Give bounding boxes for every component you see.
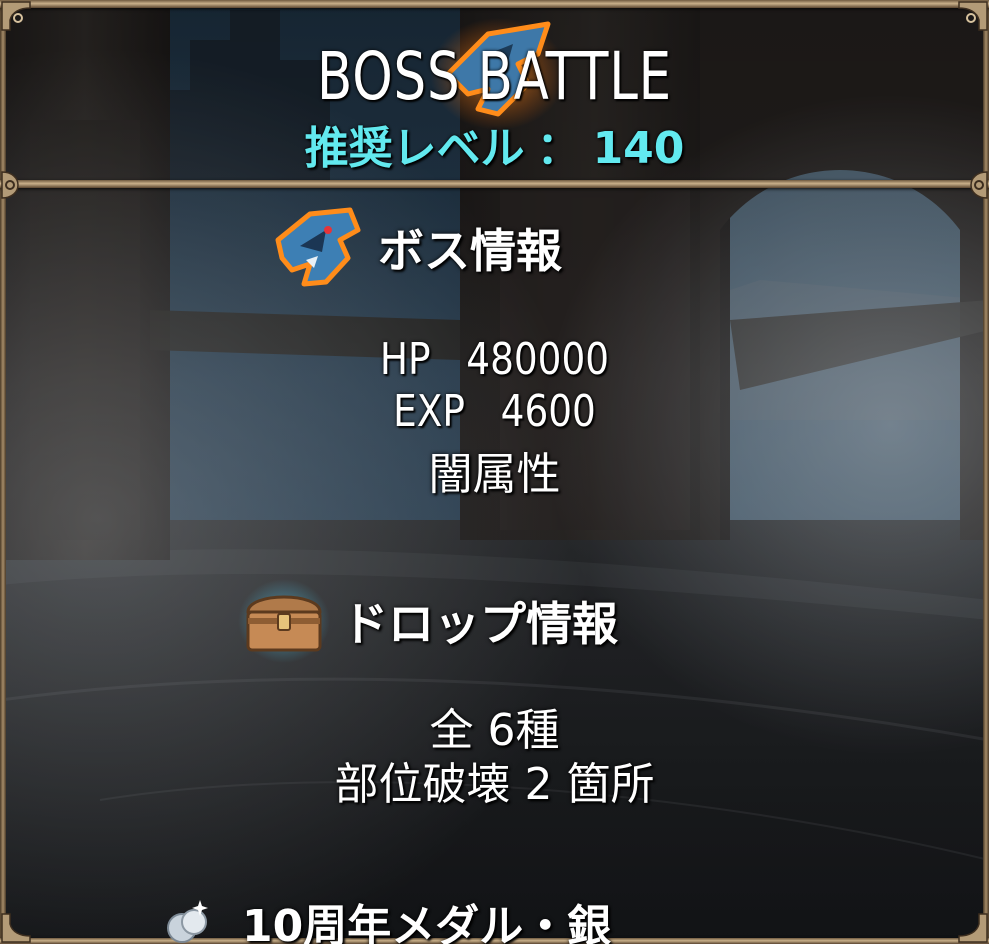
drop-info-heading: ドロップ情報: [238, 578, 618, 664]
boss-battle-title: BOSS BATTLE: [317, 38, 672, 115]
corner-ornament-icon: [1, 1, 31, 31]
silver-medal-icon: [167, 900, 208, 943]
corner-ornament-icon: [958, 913, 988, 943]
recommended-level-separator: ：: [536, 123, 581, 174]
exp-value: 4600: [500, 386, 596, 437]
drop-info-label: ドロップ情報: [342, 597, 618, 651]
exp-label: EXP: [393, 386, 465, 437]
recommended-level: 推奨レベル： 140: [0, 112, 989, 176]
hp-value: 480000: [466, 334, 610, 385]
boss-hp: HP 480000: [74, 334, 915, 385]
corner-ornament-icon: [1, 913, 31, 943]
recommended-level-label: 推奨レベル: [304, 123, 525, 174]
frame-divider: [0, 180, 989, 188]
boss-exp: EXP 4600: [74, 386, 915, 437]
frame-top: [0, 0, 989, 8]
recommended-level-value: 140: [592, 123, 685, 174]
dark-beast-icon: [275, 207, 361, 287]
treasure-chest-icon: [238, 579, 330, 663]
boss-attribute: 闇属性: [428, 449, 561, 500]
boss-info-heading: ボス情報: [270, 200, 562, 296]
boss-info-label: ボス情報: [378, 224, 562, 278]
part-break-count: 部位破壊 2 箇所: [334, 759, 655, 810]
drop-item-name: 10周年メダル・銀: [242, 901, 612, 944]
boss-battle-info-panel: BOSS BATTLE 推奨レベル： 140 ボス情報 HP 480000 EXP…: [0, 0, 989, 944]
drop-item[interactable]: 10周年メダル・銀: [160, 890, 611, 944]
hp-label: HP: [379, 334, 431, 385]
corner-ornament-icon: [958, 1, 988, 31]
